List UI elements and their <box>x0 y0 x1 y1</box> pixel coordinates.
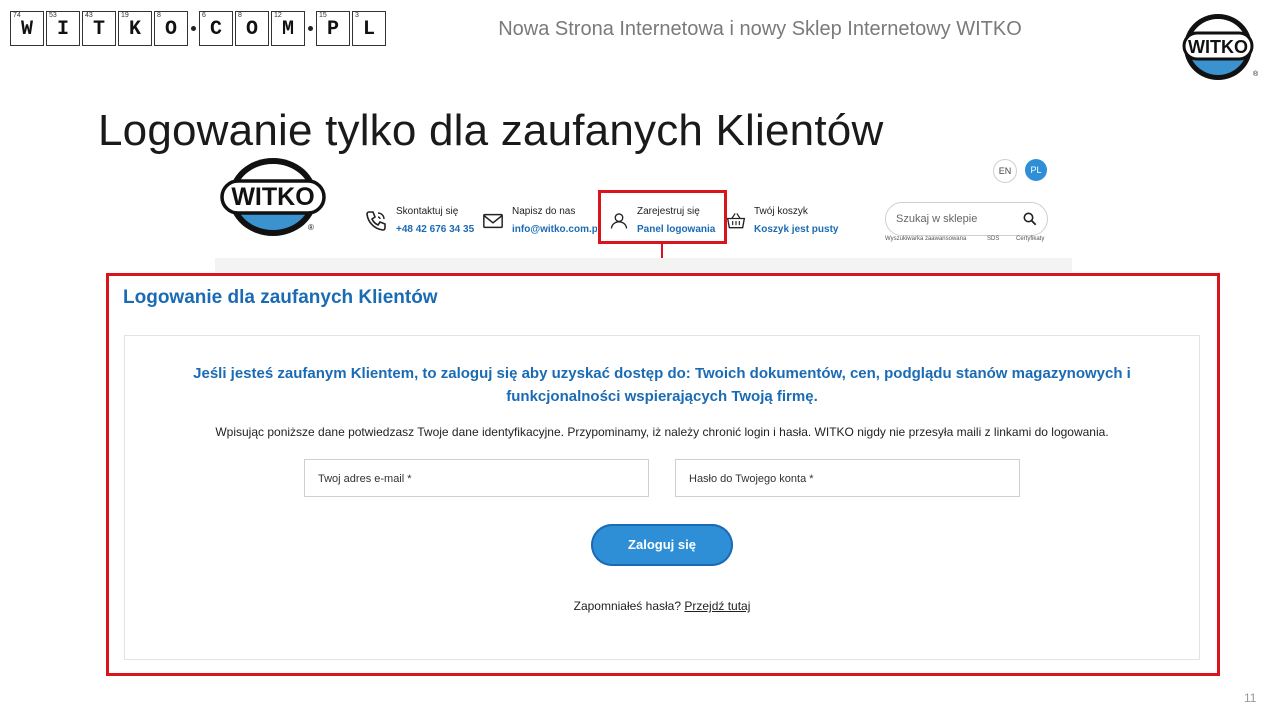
email-label: Napisz do nas <box>512 206 576 217</box>
pt-cell: 8O <box>154 11 188 46</box>
pt-symbol: K <box>128 18 141 41</box>
language-pl-button[interactable]: PL <box>1025 159 1047 181</box>
email-link[interactable]: info@witko.com.pl <box>512 221 597 239</box>
forgot-password: Zapomniałeś hasła? Przejdź tutaj <box>140 599 1184 613</box>
corner-logo-text: WITKO <box>1188 37 1248 57</box>
advanced-search-link[interactable]: Wyszukiwarka zaawansowana <box>885 236 966 242</box>
contact-item[interactable]: Skontaktuj się +48 42 676 34 35 <box>364 203 474 239</box>
pt-num: 74 <box>13 12 21 19</box>
pt-num: 6 <box>202 12 206 19</box>
pt-cell: 19 K <box>118 11 152 46</box>
page-number: 11 <box>1244 691 1257 705</box>
pt-symbol: I <box>56 18 69 41</box>
login-button[interactable]: Zaloguj się <box>591 524 733 566</box>
search-input[interactable]: Szukaj w sklepie <box>885 202 1048 236</box>
slide-header: Nowa Strona Internetowa i nowy Sklep Int… <box>498 18 1022 40</box>
contact-phone-link[interactable]: +48 42 676 34 35 <box>396 221 474 239</box>
forgot-password-link[interactable]: Przejdź tutaj <box>684 599 750 613</box>
pt-num: 19 <box>121 12 129 19</box>
site-logo-text: WITKO <box>231 183 314 211</box>
pt-cell: 8O <box>235 11 269 46</box>
search-placeholder: Szukaj w sklepie <box>896 213 978 225</box>
slide-title: Logowanie tylko dla zaufanych Klientów <box>98 106 884 155</box>
login-section-title: Logowanie dla zaufanych Klientów <box>123 287 438 308</box>
pt-symbol: T <box>92 18 105 41</box>
pt-symbol: C <box>209 18 222 41</box>
cart-label: Twój koszyk <box>754 206 808 217</box>
pt-cell: 53 I <box>46 11 80 46</box>
pt-cell: 43 T <box>82 11 116 46</box>
pt-num: 43 <box>85 12 93 19</box>
svg-text:®: ® <box>308 223 314 232</box>
pt-symbol: W <box>20 18 33 41</box>
sds-link[interactable]: SDS <box>987 236 999 242</box>
site-logo[interactable]: WITKO ® <box>220 157 330 242</box>
pt-num: 8 <box>157 12 161 19</box>
pt-cell: 6C <box>199 11 233 46</box>
certificates-link[interactable]: Certyfikaty <box>1016 236 1044 242</box>
pt-num: 8 <box>238 12 242 19</box>
cart-item[interactable]: Twój koszyk Koszyk jest pusty <box>726 203 838 239</box>
contact-label: Skontaktuj się <box>396 206 459 217</box>
email-item[interactable]: Napisz do nas info@witko.com.pl <box>482 203 597 239</box>
pt-symbol: O <box>245 18 258 41</box>
forgot-text: Zapomniałeś hasła? <box>573 599 682 613</box>
pt-dot <box>191 26 196 31</box>
pt-num: 12 <box>274 12 282 19</box>
email-field[interactable]: Twoj adres e-mail * <box>304 459 649 497</box>
highlight-box <box>598 190 727 244</box>
password-field[interactable]: Hasło do Twojego konta * <box>675 459 1020 497</box>
login-intro: Jeśli jesteś zaufanym Klientem, to zalog… <box>193 365 1131 405</box>
svg-text:®: ® <box>1253 70 1259 78</box>
phone-icon <box>366 211 386 231</box>
pt-num: 53 <box>49 12 57 19</box>
pt-symbol: O <box>164 18 177 41</box>
envelope-icon <box>483 213 503 229</box>
pt-cell: 74 W <box>10 11 44 46</box>
language-en-button[interactable]: EN <box>993 159 1017 183</box>
witko-corner-logo: WITKO ® <box>1182 12 1262 87</box>
basket-icon <box>726 213 746 229</box>
login-info: Wpisując poniższe dane potwiedzasz Twoje… <box>215 425 1109 439</box>
nav-bar <box>215 258 1072 272</box>
search-icon[interactable] <box>1023 212 1037 226</box>
cart-status[interactable]: Koszyk jest pusty <box>754 221 838 239</box>
